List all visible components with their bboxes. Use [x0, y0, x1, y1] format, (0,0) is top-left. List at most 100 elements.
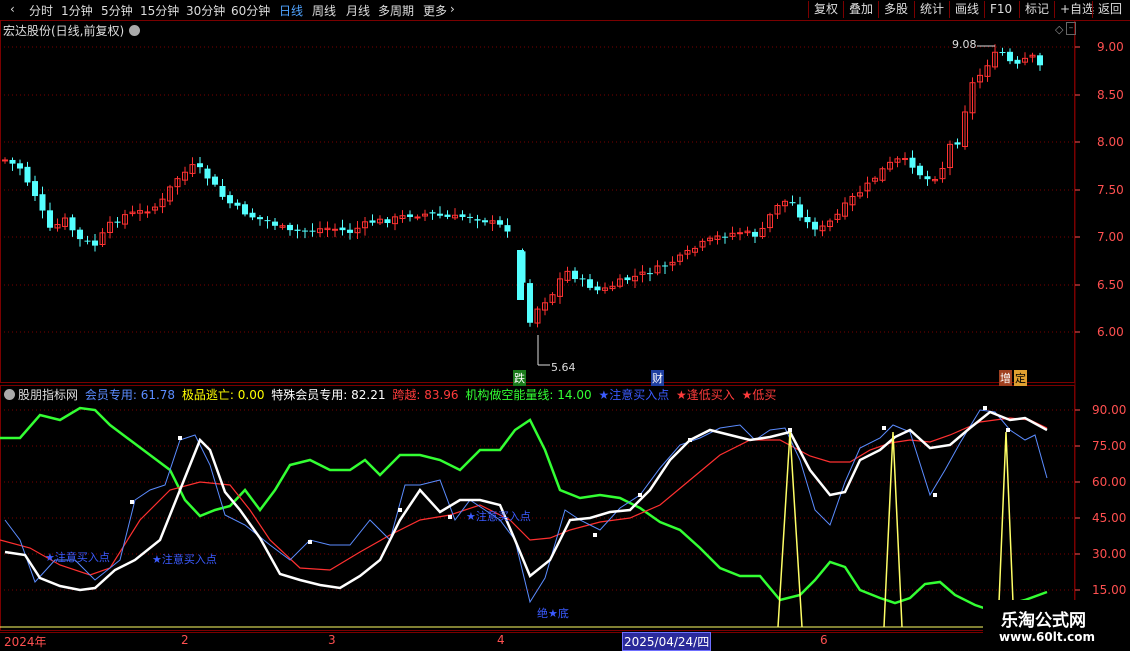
candle-body	[1007, 51, 1013, 62]
escape-spike	[883, 431, 903, 628]
candle-body	[114, 221, 121, 223]
price-tick: 7.50	[1097, 183, 1124, 197]
indicator-tick: 90.00	[1092, 403, 1127, 417]
candle-body	[917, 165, 923, 176]
watermark-title: 乐淘公式网	[1001, 611, 1086, 631]
indicator-name[interactable]: 股朋指标网	[18, 388, 78, 402]
stock-title: 宏达股份(日线,前复权)	[3, 24, 125, 38]
buy-point-annotation: ★注意买入点	[45, 551, 110, 564]
price-tick: 6.50	[1097, 278, 1124, 292]
candle-body	[579, 278, 586, 280]
signal-dot	[882, 426, 886, 430]
legend-escape: 极品逃亡: 0.00	[181, 388, 265, 402]
candle-body	[32, 181, 38, 197]
candle-body	[752, 231, 758, 237]
candle-body	[474, 219, 481, 221]
signal-dot	[178, 436, 182, 440]
candle-body	[924, 176, 931, 180]
date-label: 3	[328, 633, 336, 647]
indicator-tick: 30.00	[1092, 547, 1127, 561]
candle-body	[257, 217, 263, 220]
candlesticks	[2, 44, 1043, 366]
signal-dot	[308, 540, 312, 544]
candle-body	[594, 286, 601, 291]
panel-maximize-icon[interactable]: –	[1066, 22, 1076, 35]
signal-dot	[448, 515, 452, 519]
date-label: 2024年	[4, 635, 47, 649]
candle-body	[294, 229, 301, 231]
candle-body	[647, 273, 653, 275]
indicator-tick: 45.00	[1092, 511, 1127, 525]
signal-dot	[398, 508, 402, 512]
main-panel-frame	[0, 20, 1075, 383]
candle-body	[797, 204, 803, 218]
candle-body	[384, 219, 391, 224]
candle-body	[234, 202, 241, 206]
candle-body	[369, 220, 376, 223]
candle-body	[722, 236, 728, 238]
cursor-date: 2025/04/24/四	[622, 632, 712, 651]
candle-body	[429, 212, 436, 214]
candle-body	[902, 158, 908, 161]
price-tick: 6.00	[1097, 325, 1124, 339]
candle-body	[39, 194, 46, 211]
signal-dot	[130, 500, 134, 504]
candle-body	[789, 202, 796, 204]
candle-body	[219, 186, 226, 197]
candle-body	[804, 217, 811, 223]
candle-body	[954, 142, 961, 145]
candle-body	[17, 163, 23, 169]
candle-body	[77, 229, 83, 240]
marker-die[interactable]: 跌	[513, 370, 526, 386]
candle-body	[459, 214, 466, 217]
legend-cross: 跨越: 83.96	[392, 388, 459, 402]
candle-body	[414, 216, 421, 219]
legend-attention-buy: ★注意买入点	[598, 388, 670, 402]
candle-body	[144, 211, 151, 214]
candle-body	[272, 221, 278, 226]
indicator-legend: 股朋指标网 会员专用: 61.78 极品逃亡: 0.00 特殊会员专用: 82.…	[18, 386, 776, 403]
indicator-lines	[0, 406, 1075, 628]
date-label: 2	[181, 633, 189, 647]
candle-body	[587, 279, 593, 288]
candle-body	[2, 159, 8, 162]
marker-zeng[interactable]: 增	[999, 370, 1012, 386]
indicator-settings-icon[interactable]	[4, 389, 15, 400]
indicator-tick: 15.00	[1092, 583, 1127, 597]
legend-short-energy: 机构做空能量线: 14.00	[465, 388, 592, 402]
settings-circle-icon[interactable]	[129, 25, 140, 36]
marker-cai[interactable]: 财	[651, 370, 664, 386]
watermark-url: www.60lt.com	[999, 630, 1096, 644]
signal-dot	[638, 493, 642, 497]
candle-body	[69, 217, 76, 231]
candle-body	[812, 221, 818, 230]
candle-body	[92, 240, 98, 246]
candle-body	[444, 214, 451, 217]
candle-body	[1014, 59, 1021, 64]
date-label: 4	[497, 633, 505, 647]
marker-ding[interactable]: 定	[1014, 370, 1027, 386]
legend-special: 特殊会员专用: 82.21	[271, 388, 386, 402]
signal-dot	[933, 493, 937, 497]
candle-body	[527, 283, 533, 323]
low-price-label: 5.64	[551, 361, 576, 374]
candle-body	[999, 52, 1006, 54]
candle-body	[287, 224, 293, 231]
candle-body	[572, 270, 578, 279]
signal-dot	[983, 406, 987, 410]
candle-body	[909, 157, 916, 168]
legend-member: 会员专用: 61.78	[84, 388, 176, 402]
escape-spike	[997, 431, 1015, 628]
candle-body	[1037, 55, 1043, 66]
diamond-icon[interactable]: ◇	[1055, 23, 1063, 36]
date-label: 6	[820, 633, 828, 647]
candle-body	[212, 176, 218, 185]
buy-point-annotation: ★注意买入点	[466, 510, 531, 523]
candle-body	[249, 212, 256, 218]
member-line	[4, 409, 1048, 604]
price-tick: 8.00	[1097, 135, 1124, 149]
legend-low-buy: ★低买	[741, 388, 777, 402]
high-price-label: 9.08	[952, 38, 977, 51]
price-tick: 8.50	[1097, 88, 1124, 102]
price-tick: 9.00	[1097, 40, 1124, 54]
